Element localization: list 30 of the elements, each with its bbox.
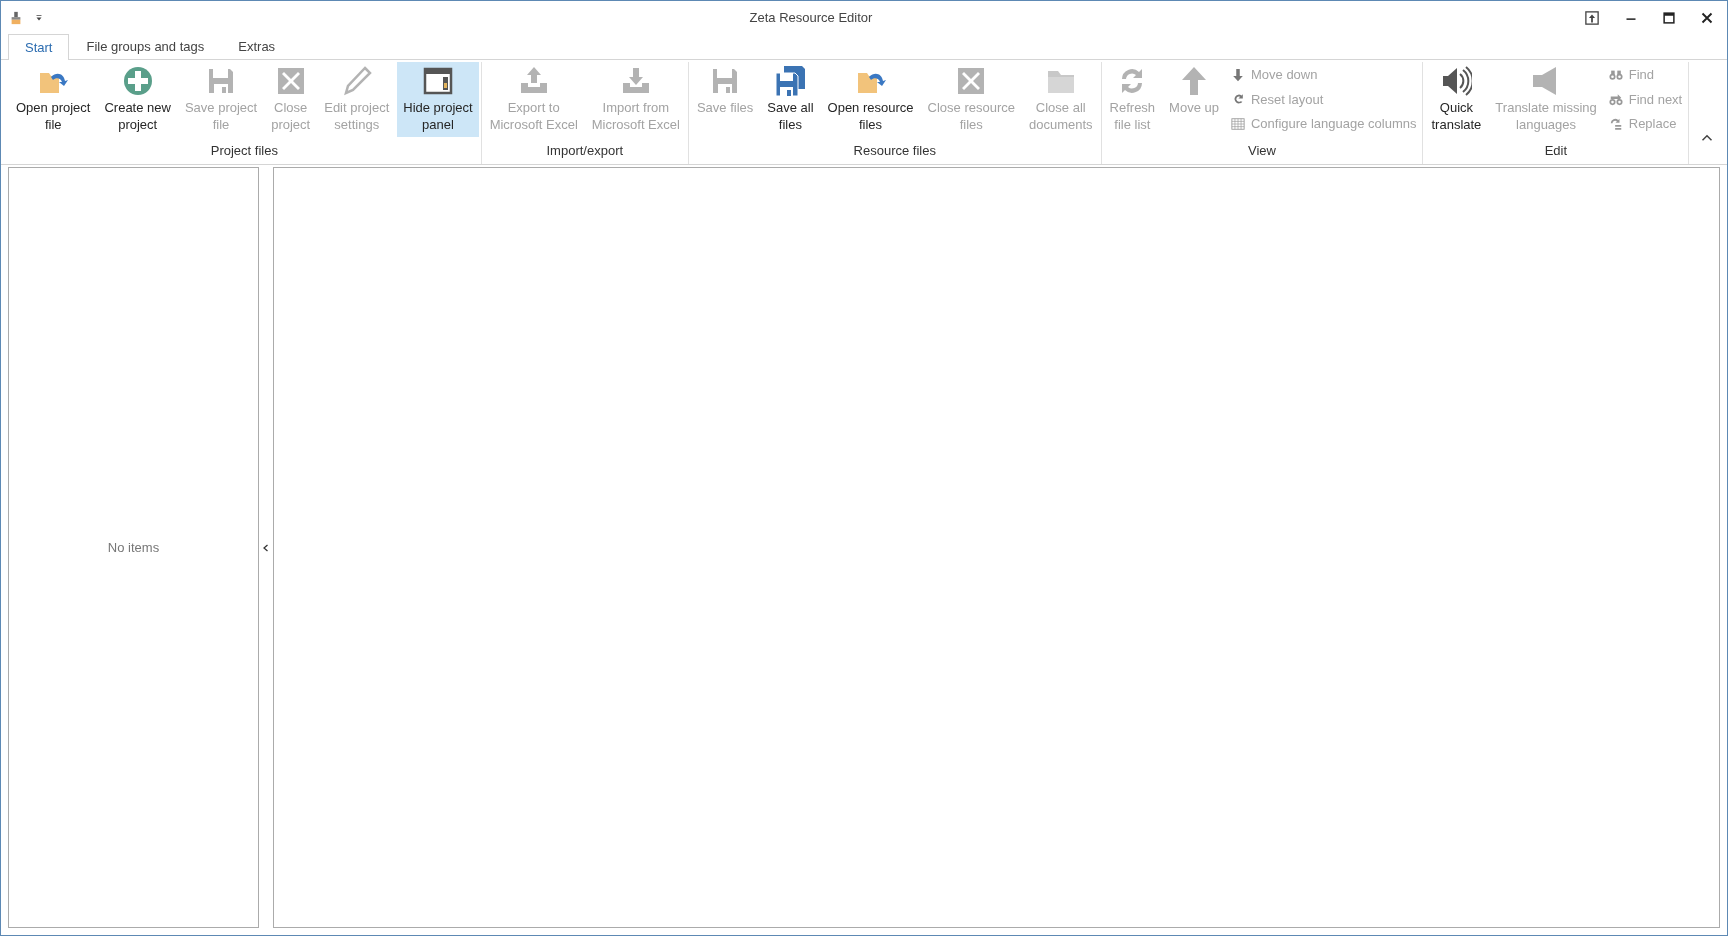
ribbon-button[interactable]: Open project file [10, 62, 97, 137]
binoculars-arrow-icon [1608, 92, 1623, 107]
dropdown-caret-icon[interactable] [35, 14, 43, 22]
ribbon-button[interactable]: Open resource files [821, 62, 920, 137]
floppy-disks-icon [774, 65, 807, 97]
ribbon-tab[interactable]: Extras [221, 32, 293, 59]
panel-window-icon [421, 65, 454, 97]
group-label: Resource files [852, 141, 937, 160]
speaker-waves-icon [1440, 65, 1473, 97]
grid-table-icon [1231, 116, 1245, 131]
group-label: View [1247, 141, 1277, 160]
ribbon-button[interactable]: Create new project [98, 62, 177, 137]
empty-message: No items [107, 538, 160, 557]
brush-icon[interactable] [9, 10, 23, 26]
plus-circle-icon [121, 65, 154, 97]
close-icon [1701, 12, 1713, 24]
ribbon-tab[interactable]: Start [8, 33, 70, 60]
ribbon-tab[interactable]: File groups and tags [69, 32, 222, 59]
ribbon-button[interactable]: Hide project panel [397, 62, 479, 137]
group-label: Import/export [545, 141, 625, 160]
window-title: Zeta Resource Editor [748, 9, 874, 28]
maximize-icon [1663, 12, 1675, 24]
ribbon-options-icon [1585, 11, 1599, 25]
replace-arrows-icon [1608, 116, 1623, 131]
ribbon-button[interactable]: Quick translate [1425, 62, 1488, 137]
group-label: Project files [209, 141, 279, 160]
chevron-left-icon [262, 542, 270, 553]
group-label: Edit [1543, 141, 1569, 160]
arrow-down-icon [1231, 67, 1245, 82]
ribbon-button[interactable]: Save all files [761, 62, 820, 137]
